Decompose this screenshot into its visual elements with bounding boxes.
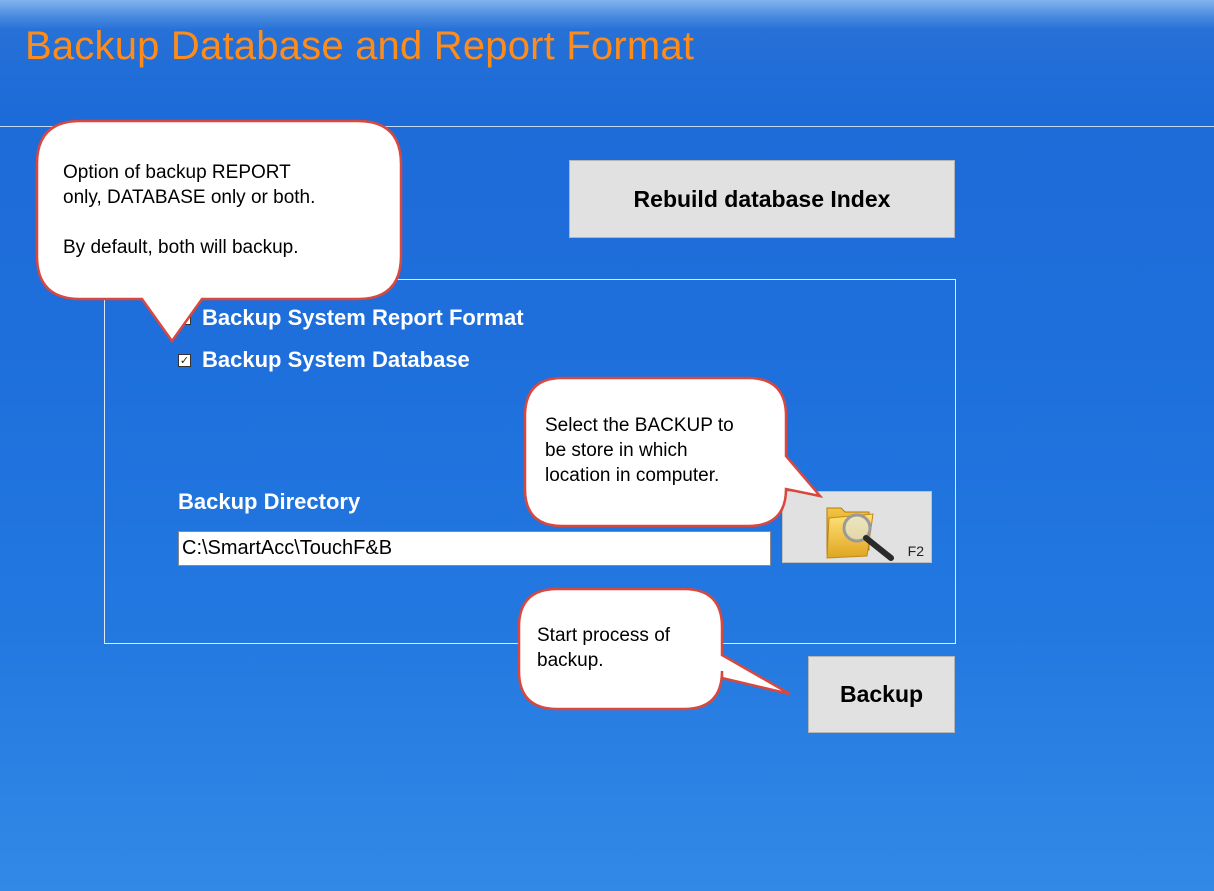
backup-database-label: Backup System Database bbox=[202, 347, 470, 372]
backup-database-option[interactable]: ✓ Backup System Database bbox=[178, 347, 470, 373]
backup-directory-label: Backup Directory bbox=[178, 489, 361, 514]
rebuild-index-button[interactable]: Rebuild database Index bbox=[569, 160, 955, 238]
backup-options-panel bbox=[104, 279, 956, 644]
backup-location-callout-text: Select the BACKUP to be store in which l… bbox=[545, 415, 734, 486]
checkmark-icon: ✓ bbox=[179, 311, 190, 325]
backup-database-checkbox[interactable]: ✓ bbox=[178, 353, 191, 367]
backup-directory-input[interactable] bbox=[178, 531, 771, 566]
backup-options-callout-text: Option of backup REPORT only, DATABASE o… bbox=[63, 162, 316, 258]
start-backup-callout-text: Start process of backup. bbox=[537, 625, 671, 671]
browse-shortcut-label: F2 bbox=[907, 543, 924, 559]
backup-report-format-label: Backup System Report Format bbox=[202, 305, 524, 330]
page-title: Backup Database and Report Format bbox=[25, 24, 695, 68]
checkmark-icon: ✓ bbox=[179, 353, 190, 367]
backup-report-format-option[interactable]: ✓ Backup System Report Format bbox=[178, 305, 524, 331]
backup-report-format-checkbox[interactable]: ✓ bbox=[178, 311, 191, 325]
browse-directory-button[interactable]: F2 bbox=[782, 491, 932, 563]
title-divider bbox=[0, 126, 1214, 127]
backup-button[interactable]: Backup bbox=[808, 656, 955, 733]
